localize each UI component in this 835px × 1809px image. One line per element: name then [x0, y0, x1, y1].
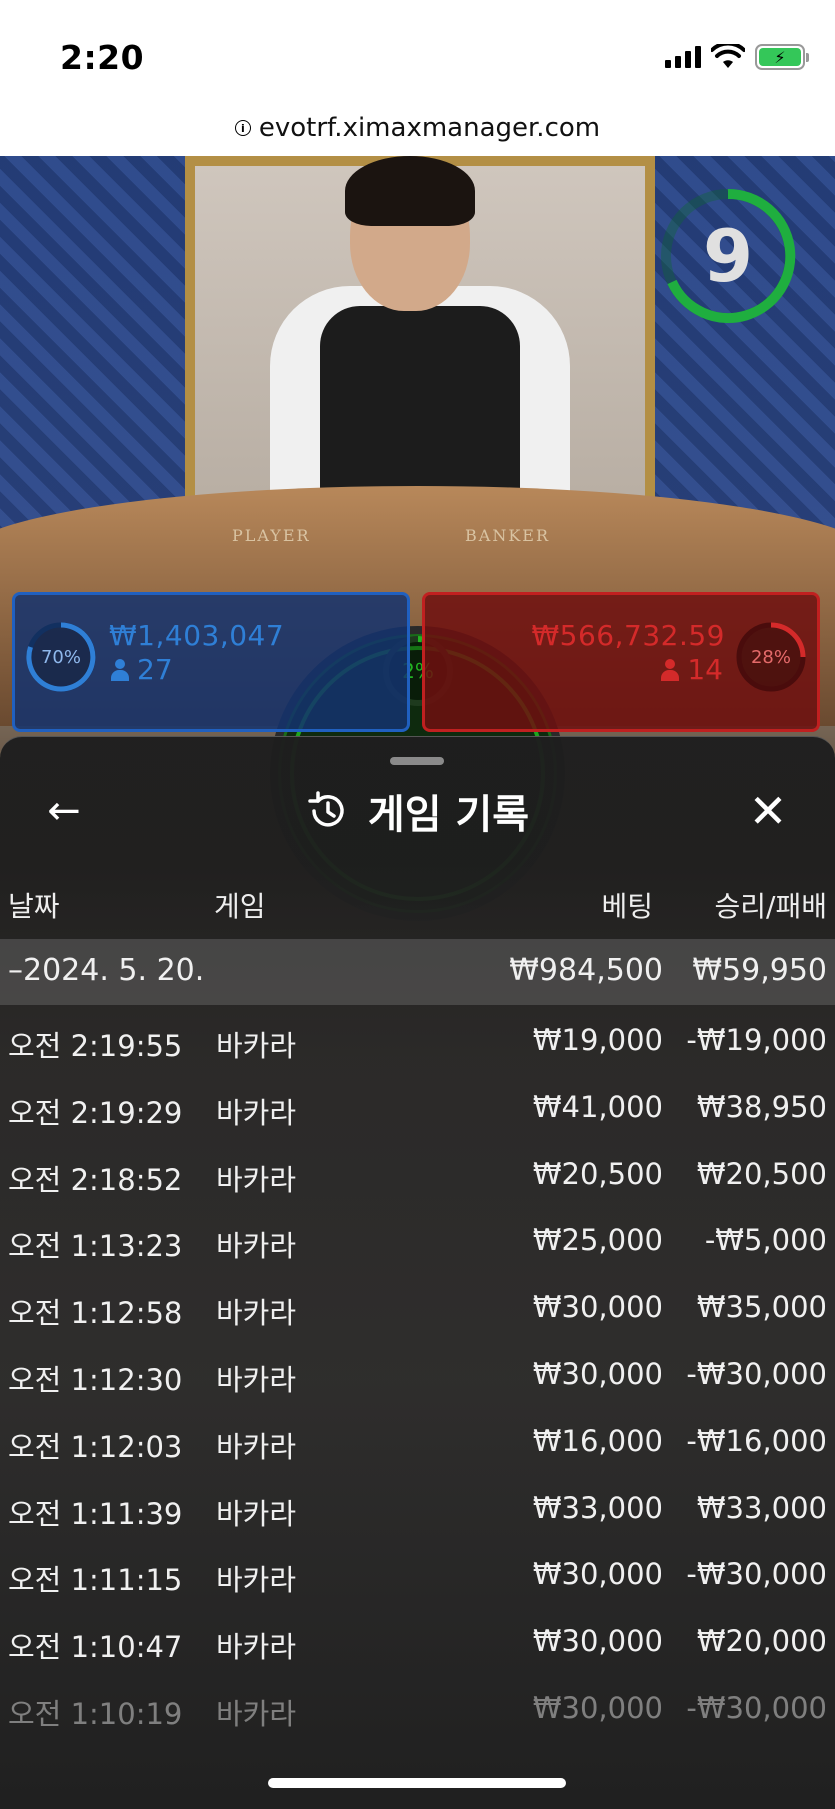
history-icon	[308, 791, 344, 827]
row-time: 오전 1:11:15	[8, 1563, 183, 1598]
game-history-sheet: ← 게임 기록 ✕ 날짜 게임 베팅 승리/패배 –2024. 5. 20. ₩…	[0, 736, 835, 1809]
column-header-date[interactable]: 날짜	[8, 885, 60, 925]
table-row[interactable]: 오전 1:13:23 바카라 ₩25,000 -₩5,000	[0, 1205, 835, 1271]
table-row[interactable]: 오전 1:12:03 바카라 ₩16,000 -₩16,000	[0, 1406, 835, 1472]
row-result: -₩16,000	[686, 1423, 827, 1458]
row-bet: ₩41,000	[532, 1089, 663, 1124]
close-button[interactable]: ✕	[740, 783, 796, 839]
table-row[interactable]: 오전 1:11:39 바카라 ₩33,000 ₩33,000	[0, 1473, 835, 1539]
row-result: -₩30,000	[686, 1557, 827, 1592]
wifi-icon	[711, 44, 745, 68]
column-header-bet[interactable]: 베팅	[601, 885, 653, 925]
row-game: 바카라	[216, 1162, 297, 1197]
banker-bet-count: 14	[661, 653, 723, 686]
row-result: -₩30,000	[686, 1691, 827, 1725]
row-result: -₩19,000	[686, 1023, 827, 1057]
table-row[interactable]: 오전 1:11:15 바카라 ₩30,000 -₩30,000	[0, 1539, 835, 1605]
row-time: 오전 2:19:29	[8, 1095, 183, 1130]
battery-charging-icon: ⚡	[759, 48, 801, 67]
player-percent: 70%	[40, 646, 81, 668]
column-header-result[interactable]: 승리/패배	[715, 885, 827, 925]
person-icon	[111, 658, 129, 681]
row-game: 바카라	[216, 1563, 297, 1598]
row-bet: ₩30,000	[532, 1691, 663, 1725]
row-time: 오전 1:10:19	[8, 1697, 183, 1731]
row-game: 바카라	[216, 1630, 297, 1665]
row-time: 오전 1:13:23	[8, 1229, 183, 1264]
row-bet: ₩19,000	[532, 1023, 663, 1057]
row-game: 바카라	[216, 1095, 297, 1130]
row-time: 오전 1:11:39	[8, 1496, 183, 1531]
row-game: 바카라	[216, 1029, 297, 1063]
row-bet: ₩20,500	[532, 1156, 663, 1191]
table-row[interactable]: 오전 1:12:58 바카라 ₩30,000 ₩35,000	[0, 1272, 835, 1338]
row-bet: ₩25,000	[532, 1223, 663, 1258]
row-result: ₩20,000	[696, 1624, 827, 1659]
player-percent-ring: 70%	[23, 619, 99, 695]
column-header-game[interactable]: 게임	[214, 885, 266, 925]
row-game: 바카라	[216, 1229, 297, 1264]
banker-percent-ring: 28%	[733, 619, 809, 695]
row-time: 오전 1:12:30	[8, 1363, 183, 1397]
summary-result: ₩59,950	[692, 953, 827, 988]
row-time: 오전 2:19:55	[8, 1029, 183, 1063]
countdown-timer: 9	[658, 186, 798, 326]
sheet-grabber[interactable]	[390, 757, 444, 765]
row-game: 바카라	[216, 1697, 297, 1731]
banker-count-value: 14	[687, 653, 723, 686]
row-bet: ₩30,000	[532, 1357, 663, 1391]
row-bet: ₩30,000	[532, 1290, 663, 1325]
banker-percent: 28%	[750, 646, 791, 668]
battery-icon: ⚡	[755, 44, 809, 70]
row-bet: ₩30,000	[532, 1624, 663, 1659]
row-result: ₩38,950	[696, 1089, 827, 1124]
date-summary-row[interactable]: –2024. 5. 20. ₩984,500 ₩59,950	[0, 939, 835, 1005]
info-icon[interactable]: i	[234, 120, 251, 136]
summary-bet: ₩984,500	[509, 953, 663, 988]
row-time: 오전 1:12:03	[8, 1429, 183, 1464]
player-bet-area[interactable]: 70% ₩1,403,047 27	[12, 592, 410, 732]
row-game: 바카라	[216, 1296, 297, 1331]
row-result: ₩33,000	[696, 1490, 827, 1525]
address-bar[interactable]: i evotrf.ximaxmanager.com	[0, 100, 835, 156]
row-game: 바카라	[216, 1363, 297, 1397]
table-row[interactable]: 오전 2:18:52 바카라 ₩20,500 ₩20,500	[0, 1139, 835, 1205]
url-text: evotrf.ximaxmanager.com	[258, 113, 601, 143]
row-game: 바카라	[216, 1496, 297, 1531]
table-row[interactable]: 오전 2:19:29 바카라 ₩41,000 ₩38,950	[0, 1072, 835, 1138]
row-time: 오전 1:10:47	[8, 1630, 183, 1665]
row-time: 오전 2:18:52	[8, 1162, 183, 1197]
table-row[interactable]: 오전 1:12:30 바카라 ₩30,000 -₩30,000	[0, 1339, 835, 1405]
sheet-header: 게임 기록	[0, 781, 835, 841]
cellular-signal-icon	[665, 46, 701, 68]
status-bar: 2:20 ⚡	[0, 0, 835, 100]
status-icons: ⚡	[665, 44, 809, 70]
banker-bet-area[interactable]: ₩566,732.59 14 28%	[422, 592, 820, 732]
player-bet-amount: ₩1,403,047	[109, 619, 285, 652]
dealer-hair	[345, 156, 475, 226]
table-label-banker: BANKER	[465, 526, 550, 545]
row-result: -₩30,000	[686, 1357, 827, 1391]
player-count-value: 27	[137, 653, 173, 686]
row-time: 오전 1:12:58	[8, 1296, 183, 1331]
banker-bet-amount: ₩566,732.59	[531, 619, 725, 652]
table-row[interactable]: 오전 1:10:19 바카라 ₩30,000 -₩30,000	[0, 1673, 835, 1739]
row-bet: ₩16,000	[532, 1423, 663, 1458]
summary-date: –2024. 5. 20.	[8, 953, 205, 988]
row-result: ₩20,500	[696, 1156, 827, 1191]
row-game: 바카라	[216, 1429, 297, 1464]
row-bet: ₩30,000	[532, 1557, 663, 1592]
home-indicator[interactable]	[268, 1778, 566, 1788]
person-icon	[661, 658, 680, 681]
status-time: 2:20	[60, 38, 145, 77]
table-row[interactable]: 오전 2:19:55 바카라 ₩19,000 -₩19,000	[0, 1005, 835, 1071]
countdown-value: 9	[702, 214, 754, 298]
row-bet: ₩33,000	[532, 1490, 663, 1525]
player-bet-count: 27	[111, 653, 173, 686]
table-label-player: PLAYER	[232, 526, 311, 545]
row-result: ₩35,000	[696, 1290, 827, 1325]
sheet-title: 게임 기록	[367, 792, 530, 838]
row-result: -₩5,000	[704, 1223, 827, 1258]
table-row[interactable]: 오전 1:10:47 바카라 ₩30,000 ₩20,000	[0, 1606, 835, 1672]
